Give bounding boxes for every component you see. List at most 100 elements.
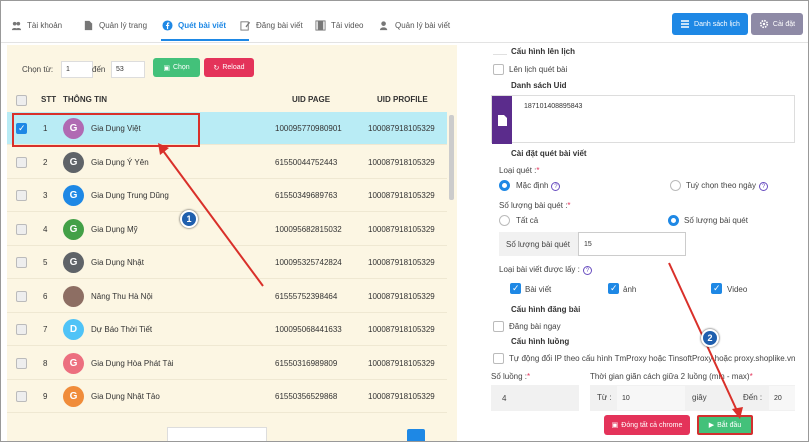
row-checkbox[interactable] bbox=[16, 223, 27, 235]
page-name: Gia Dụng Nhật bbox=[91, 258, 144, 267]
table-row[interactable]: 5 G Gia Dụng Nhật 100095325742824 1000879181… bbox=[7, 246, 447, 279]
count-input[interactable]: 15 bbox=[578, 232, 686, 256]
avatar: D bbox=[63, 319, 84, 340]
table-row[interactable]: 3 G Gia Dụng Trung Dũng 61550349689763 10008… bbox=[7, 179, 447, 212]
table-row[interactable]: 7 D Dự Báo Thời Tiết 100095068441633 1000879… bbox=[7, 313, 447, 346]
scan-custom-radio[interactable] bbox=[670, 180, 681, 191]
uid-profile: 100087918105329 bbox=[368, 291, 435, 301]
scan-settings-title: Cài đặt quét bài viết bbox=[511, 149, 587, 158]
uid-value: 187101408895843 bbox=[524, 103, 583, 110]
tab-scan-posts[interactable]: Quét bài viết bbox=[162, 15, 226, 35]
post-type-article-checkbox[interactable] bbox=[510, 283, 521, 294]
interval-from-label: Từ : bbox=[597, 393, 612, 402]
settings-button[interactable]: Cài đặt bbox=[751, 13, 803, 35]
post-now-label: Đăng bài ngay bbox=[509, 322, 561, 331]
play-icon: ▶ bbox=[708, 422, 715, 429]
avatar bbox=[63, 285, 84, 307]
help-icon: ? bbox=[582, 266, 592, 275]
row-stt: 5 bbox=[43, 258, 48, 267]
top-navigation: Tài khoản Quản lý trang Quét bài viết Đă… bbox=[1, 1, 808, 43]
button-label: Chọn bbox=[172, 64, 190, 71]
current-page-button[interactable] bbox=[407, 429, 425, 441]
tab-label: Quét bài viết bbox=[178, 20, 227, 30]
uid-profile: 100087918105329 bbox=[368, 191, 435, 200]
header-info: THÔNG TIN bbox=[63, 95, 107, 104]
range-from-input[interactable]: 1 bbox=[61, 61, 93, 78]
uid-list-textarea[interactable]: 187101408895843 bbox=[491, 95, 795, 144]
help-icon: ? bbox=[551, 182, 561, 191]
close-window-icon: ▣ bbox=[611, 422, 619, 429]
button-label: Đóng tất cả chrome bbox=[621, 421, 683, 429]
reload-button[interactable]: ↻ Reload bbox=[204, 58, 254, 77]
interval-to-label: Đến : bbox=[743, 393, 763, 402]
page-name: Gia Dụng Ý Yên bbox=[91, 157, 149, 167]
table-row[interactable]: 6 Nâng Thu Hà Nội 61555752398464 1000879181… bbox=[7, 280, 447, 313]
avatar: G bbox=[63, 352, 84, 374]
tab-label: Tài khoản bbox=[27, 20, 63, 30]
range-from-label: Chọn từ: bbox=[22, 65, 54, 74]
table-row[interactable]: 2 G Gia Dụng Ý Yên 61550044752443 1000879181… bbox=[7, 146, 447, 179]
tab-post-article[interactable]: Đăng bài viết bbox=[240, 15, 303, 35]
users-icon bbox=[11, 21, 22, 30]
table-scrollbar[interactable] bbox=[449, 115, 454, 200]
button-label: Cài đặt bbox=[772, 20, 796, 28]
row-stt: 2 bbox=[43, 157, 48, 167]
schedule-checkbox[interactable] bbox=[493, 64, 504, 75]
uid-page: 61550349689763 bbox=[275, 191, 338, 200]
post-type-photo-checkbox[interactable] bbox=[608, 283, 619, 294]
count-custom-radio[interactable] bbox=[668, 215, 679, 226]
page-size-select[interactable] bbox=[167, 427, 267, 441]
avatar: G bbox=[63, 386, 84, 407]
table-row[interactable]: 4 G Gia Dụng Mỹ 100095682815032 100087918105… bbox=[7, 213, 447, 246]
select-all-checkbox[interactable] bbox=[16, 95, 27, 106]
interval-from-input[interactable]: 10 bbox=[617, 386, 685, 410]
document-icon bbox=[84, 20, 93, 30]
uid-page: 61550356529868 bbox=[275, 392, 338, 401]
uid-profile: 100087918105329 bbox=[368, 157, 435, 167]
count-custom-label: Số lượng bài quét bbox=[684, 216, 748, 225]
tab-accounts[interactable]: Tài khoản bbox=[11, 15, 62, 35]
tab-download-video[interactable]: Tải video bbox=[315, 15, 363, 35]
table-row[interactable]: 8 G Gia Dụng Hòa Phát Tài 61550316989809 100… bbox=[7, 347, 447, 380]
count-all-radio[interactable] bbox=[499, 215, 510, 226]
uid-section-title: Danh sách Uid bbox=[511, 81, 567, 90]
list-icon bbox=[681, 20, 690, 28]
row-checkbox[interactable] bbox=[16, 190, 27, 201]
table-header: STT THÔNG TIN UID PAGE UID PROFILE bbox=[7, 90, 447, 112]
interval-to-input[interactable]: 20 bbox=[769, 386, 795, 410]
tab-post-management[interactable]: Quản lý bài viết bbox=[379, 15, 450, 35]
range-to-input[interactable]: 53 bbox=[111, 61, 145, 78]
help-icon: ? bbox=[758, 182, 768, 191]
start-button[interactable]: ▶ Bắt đầu bbox=[697, 415, 753, 435]
active-tab-indicator bbox=[161, 39, 249, 41]
page-name: Gia Dụng Nhật Tảo bbox=[91, 392, 160, 401]
page-name: Gia Dụng Hòa Phát Tài bbox=[91, 358, 174, 368]
page-list-panel: Chọn từ: 1 đến 53 ▣ Chọn ↻ Reload STT TH… bbox=[7, 45, 457, 441]
scan-default-radio[interactable] bbox=[499, 180, 510, 191]
user-gear-icon bbox=[379, 20, 388, 30]
page-name: Dự Báo Thời Tiết bbox=[91, 325, 153, 334]
row-checkbox[interactable] bbox=[16, 290, 27, 302]
avatar: G bbox=[63, 252, 84, 273]
post-now-checkbox[interactable] bbox=[493, 321, 504, 332]
post-type-video-checkbox[interactable] bbox=[711, 283, 722, 294]
row-stt: 6 bbox=[43, 291, 48, 301]
uid-page: 61555752398464 bbox=[275, 291, 338, 301]
table-row[interactable]: 9 G Gia Dụng Nhật Tảo 61550356529868 1000879… bbox=[7, 380, 447, 413]
row-checkbox[interactable] bbox=[16, 156, 27, 168]
tab-label: Tải video bbox=[331, 20, 364, 30]
scan-default-label: Mặc định? bbox=[516, 181, 561, 191]
annotation-badge-2: 2 bbox=[701, 329, 719, 347]
uid-profile: 100087918105329 bbox=[368, 358, 435, 368]
header-uid-page: UID PAGE bbox=[292, 95, 331, 104]
tab-page-management[interactable]: Quản lý trang bbox=[83, 15, 147, 35]
row-checkbox[interactable] bbox=[16, 391, 27, 402]
schedule-list-button[interactable]: Danh sách lịch bbox=[672, 13, 748, 35]
row-checkbox[interactable] bbox=[16, 324, 27, 335]
uid-profile: 100087918105329 bbox=[368, 224, 435, 234]
row-checkbox[interactable] bbox=[16, 357, 27, 369]
close-all-chrome-button[interactable]: ▣ Đóng tất cả chrome bbox=[604, 415, 690, 435]
auto-ip-checkbox[interactable] bbox=[493, 353, 504, 364]
row-checkbox[interactable] bbox=[16, 257, 27, 268]
select-range-button[interactable]: ▣ Chọn bbox=[153, 58, 200, 77]
